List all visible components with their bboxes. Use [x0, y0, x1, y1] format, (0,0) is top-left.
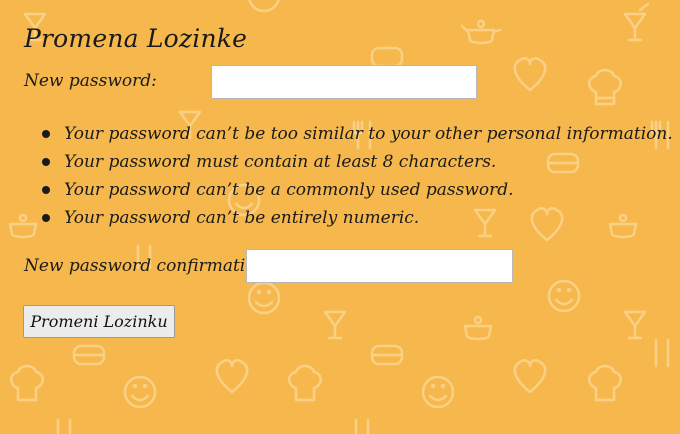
- password-rules-list: Your password can’t be too similar to yo…: [40, 120, 673, 232]
- bullet-icon: [42, 158, 50, 166]
- password-change-form: Promena Lozinke New password: Your passw…: [0, 0, 680, 434]
- password-rule-item: Your password can’t be a commonly used p…: [40, 176, 673, 204]
- bullet-icon: [42, 186, 50, 194]
- page-title: Promena Lozinke: [24, 24, 248, 53]
- new-password-input[interactable]: [211, 65, 477, 99]
- bullet-icon: [42, 214, 50, 222]
- change-password-button[interactable]: Promeni Lozinku: [23, 305, 175, 338]
- password-rule-text: Your password can’t be a commonly used p…: [64, 180, 514, 200]
- password-rule-item: Your password can’t be too similar to yo…: [40, 120, 673, 148]
- confirm-password-input[interactable]: [246, 249, 513, 283]
- confirm-password-label: New password confirmation:: [24, 256, 273, 276]
- password-rule-text: Your password can’t be entirely numeric.: [64, 208, 420, 228]
- bullet-icon: [42, 130, 50, 138]
- new-password-label: New password:: [24, 71, 157, 91]
- password-rule-item: Your password must contain at least 8 ch…: [40, 148, 673, 176]
- password-rule-text: Your password must contain at least 8 ch…: [64, 152, 497, 172]
- password-rule-text: Your password can’t be too similar to yo…: [64, 124, 673, 144]
- password-rule-item: Your password can’t be entirely numeric.: [40, 204, 673, 232]
